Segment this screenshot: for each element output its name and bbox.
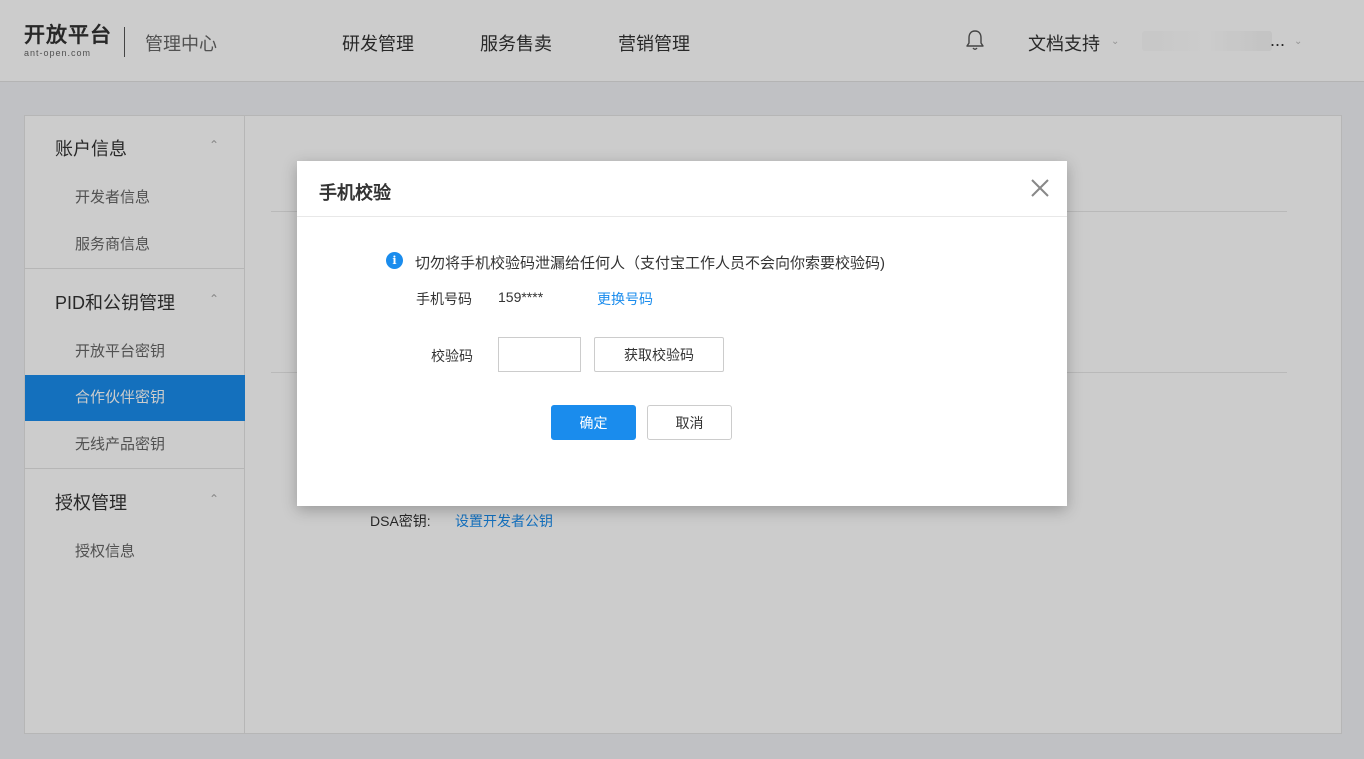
cancel-button[interactable]: 取消 xyxy=(647,405,732,440)
verification-code-label: 校验码 xyxy=(431,348,473,364)
change-number-link[interactable]: 更换号码 xyxy=(597,289,653,309)
security-warning-text: 切勿将手机校验码泄漏给任何人（支付宝工作人员不会向你索要校验码) xyxy=(415,255,885,272)
close-icon[interactable] xyxy=(1027,175,1053,201)
verification-code-input[interactable] xyxy=(498,337,581,372)
phone-number-label: 手机号码 xyxy=(416,291,472,307)
confirm-button[interactable]: 确定 xyxy=(551,405,636,440)
phone-verification-dialog: 手机校验 i 切勿将手机校验码泄漏给任何人（支付宝工作人员不会向你索要校验码) … xyxy=(297,161,1067,506)
dialog-title: 手机校验 xyxy=(319,183,391,203)
phone-number-value: 159**** xyxy=(498,289,544,305)
info-icon: i xyxy=(386,252,403,269)
dialog-header: 手机校验 xyxy=(297,161,1067,217)
get-verification-code-button[interactable]: 获取校验码 xyxy=(594,337,724,372)
